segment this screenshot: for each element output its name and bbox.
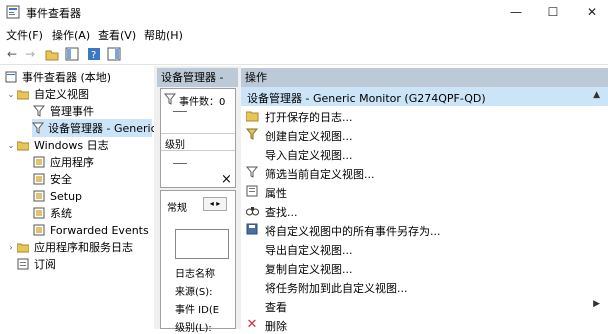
close-icon[interactable]: × bbox=[221, 172, 232, 187]
action-delete[interactable]: ✕ 删除 bbox=[241, 315, 608, 334]
menu-file[interactable]: 文件(F) bbox=[6, 27, 43, 43]
toolbar-separator bbox=[0, 64, 608, 65]
tree-item-custom-views[interactable]: ⌄ 自定义视图 bbox=[6, 85, 89, 103]
tree-item-forwarded-events[interactable]: Forwarded Events bbox=[32, 221, 149, 239]
tab-scroll-arrows[interactable]: ◂ ▸ bbox=[203, 197, 227, 211]
action-export-custom-view[interactable]: 导出自定义视图... bbox=[241, 239, 608, 258]
action-filter-current-view[interactable]: 筛选当前自定义视图... bbox=[241, 163, 608, 182]
log-icon bbox=[32, 155, 46, 169]
tree-item-root[interactable]: 事件查看器 (本地) bbox=[4, 68, 111, 86]
action-attach-task[interactable]: 将任务附加到此自定义视图... bbox=[241, 277, 608, 296]
log-icon bbox=[32, 189, 46, 203]
event-detail-panel: 常规 ◂ ▸ 日志名称 来源(S): 事件 ID(E 级别(L): bbox=[160, 190, 236, 334]
show-hide-action-pane-icon[interactable] bbox=[106, 46, 122, 62]
blank-icon bbox=[245, 260, 259, 274]
action-save-all-events[interactable]: 将自定义视图中的所有事件另存为... bbox=[241, 220, 608, 239]
blank-icon bbox=[245, 298, 259, 312]
folder-icon bbox=[16, 87, 30, 101]
window-title: 事件查看器 bbox=[26, 7, 81, 20]
console-tree: 事件查看器 (本地) ⌄ 自定义视图 管理事件 设备管理器 - Generic … bbox=[0, 66, 157, 329]
filter-icon bbox=[245, 127, 259, 141]
action-properties[interactable]: 属性 bbox=[241, 182, 608, 201]
log-icon bbox=[32, 172, 46, 186]
help-icon[interactable]: ? bbox=[86, 46, 102, 62]
log-icon bbox=[32, 223, 46, 237]
column-header-level[interactable]: 级别 bbox=[161, 133, 235, 151]
tree-item-apps-services[interactable]: › 应用程序和服务日志 bbox=[6, 238, 133, 256]
tab-general[interactable]: 常规 bbox=[167, 199, 187, 214]
field-log-name: 日志名称 bbox=[175, 269, 215, 280]
properties-icon bbox=[245, 184, 259, 198]
actions-pane: 操作 设备管理器 - Generic Monitor (G274QPF-QD) … bbox=[241, 66, 608, 333]
field-source: 来源(S): bbox=[175, 287, 213, 298]
blank-icon bbox=[245, 279, 259, 293]
description-box bbox=[175, 229, 229, 259]
chevron-down-icon[interactable]: ⌄ bbox=[6, 90, 16, 99]
tree-item-application[interactable]: 应用程序 bbox=[32, 153, 94, 171]
chevron-right-icon[interactable]: › bbox=[6, 243, 16, 252]
show-hide-tree-icon[interactable] bbox=[64, 46, 80, 62]
tree-item-subscriptions[interactable]: 订阅 bbox=[16, 255, 56, 273]
maximize-button[interactable]: ☐ bbox=[533, 0, 573, 24]
folder-icon bbox=[16, 240, 30, 254]
event-viewer-window: 事件查看器 — ☐ ✕ 文件(F) 操作(A) 查看(V) 帮助(H) ← → … bbox=[0, 0, 608, 334]
forward-icon[interactable]: → bbox=[22, 46, 38, 62]
up-folder-icon[interactable] bbox=[44, 46, 60, 62]
event-viewer-icon bbox=[4, 70, 18, 84]
tree-item-setup[interactable]: Setup bbox=[32, 187, 82, 205]
action-copy-custom-view[interactable]: 复制自定义视图... bbox=[241, 258, 608, 277]
event-viewer-app-icon bbox=[6, 5, 20, 19]
binoculars-icon bbox=[245, 203, 259, 217]
field-level: 级别(L): bbox=[175, 323, 212, 334]
chevron-down-icon[interactable]: ⌄ bbox=[6, 141, 16, 150]
actions-section-title[interactable]: 设备管理器 - Generic Monitor (G274QPF-QD) ▲ bbox=[241, 87, 608, 106]
save-icon bbox=[245, 222, 259, 236]
back-icon[interactable]: ← bbox=[4, 46, 20, 62]
filter-icon bbox=[32, 104, 46, 118]
tree-item-admin-events[interactable]: 管理事件 bbox=[32, 102, 94, 120]
center-pane-header: 设备管理器 - bbox=[157, 68, 238, 87]
log-icon bbox=[32, 206, 46, 220]
action-create-custom-view[interactable]: 创建自定义视图... bbox=[241, 125, 608, 144]
menu-help[interactable]: 帮助(H) bbox=[144, 27, 183, 43]
blank-icon bbox=[245, 146, 259, 160]
action-find[interactable]: 查找... bbox=[241, 201, 608, 220]
toolbar: ← → ? bbox=[0, 44, 608, 64]
tree-item-security[interactable]: 安全 bbox=[32, 170, 72, 188]
blank-icon bbox=[245, 241, 259, 255]
open-folder-icon bbox=[245, 108, 259, 122]
menu-action[interactable]: 操作(A) bbox=[52, 27, 90, 43]
divider bbox=[173, 111, 187, 112]
menu-view[interactable]: 查看(V) bbox=[98, 27, 136, 43]
chevron-up-icon[interactable]: ▲ bbox=[593, 90, 600, 100]
action-import-custom-view[interactable]: 导入自定义视图... bbox=[241, 144, 608, 163]
menu-bar: 文件(F) 操作(A) 查看(V) 帮助(H) bbox=[0, 24, 608, 44]
chevron-right-icon: ▶ bbox=[593, 299, 600, 309]
filter-icon bbox=[163, 93, 177, 108]
tree-item-system[interactable]: 系统 bbox=[32, 204, 72, 222]
tree-item-device-manager[interactable]: 设备管理器 - Generic bbox=[32, 119, 157, 137]
field-event-id: 事件 ID(E bbox=[175, 305, 220, 316]
filter-icon bbox=[245, 165, 259, 179]
close-button[interactable]: ✕ bbox=[572, 0, 608, 24]
divider bbox=[173, 163, 187, 164]
center-pane: 设备管理器 - 事件数：0 级别 × 常规 ◂ ▸ 日志名称 来源(S): 事件… bbox=[157, 66, 238, 334]
subscription-icon bbox=[16, 257, 30, 271]
folder-icon bbox=[16, 138, 30, 152]
action-view[interactable]: 查看 ▶ bbox=[241, 296, 608, 315]
tree-item-windows-logs[interactable]: ⌄ Windows 日志 bbox=[6, 136, 109, 154]
event-count-label: 事件数：0 bbox=[179, 97, 226, 108]
filter-icon bbox=[32, 121, 44, 135]
action-open-saved-log[interactable]: 打开保存的日志... bbox=[241, 106, 608, 125]
svg-text:?: ? bbox=[91, 50, 96, 61]
title-bar: 事件查看器 — ☐ ✕ bbox=[0, 0, 608, 24]
actions-header: 操作 bbox=[241, 68, 608, 87]
minimize-button[interactable]: — bbox=[496, 0, 536, 24]
